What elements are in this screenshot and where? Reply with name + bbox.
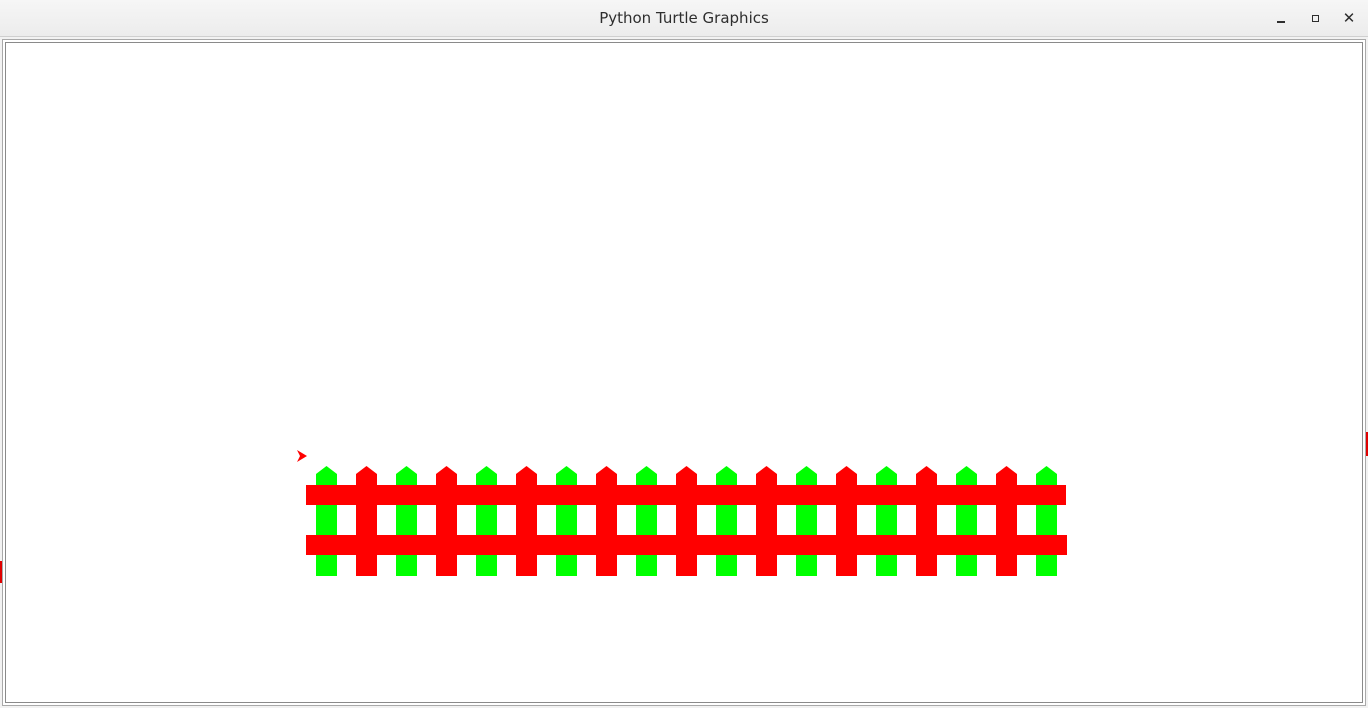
turtle-window: Python Turtle Graphics ✕ — [0, 0, 1368, 708]
fence-picket — [556, 466, 577, 576]
fence-drawing — [297, 450, 1067, 576]
fence-picket — [476, 466, 497, 576]
fence-picket — [716, 466, 737, 576]
fence-picket — [1036, 466, 1057, 576]
fence-picket — [316, 466, 337, 576]
fence-picket — [636, 466, 657, 576]
fence-picket — [676, 466, 697, 576]
fence-picket — [436, 466, 457, 576]
fence-picket — [756, 466, 777, 576]
fence-rail — [306, 485, 1066, 505]
fence-rail — [306, 535, 1067, 555]
fence-picket — [876, 466, 897, 576]
fence-picket — [516, 466, 537, 576]
fence-picket — [836, 466, 857, 576]
fence-picket — [796, 466, 817, 576]
fence-picket — [956, 466, 977, 576]
fence-picket — [596, 466, 617, 576]
fence-picket — [996, 466, 1017, 576]
fence-picket — [396, 466, 417, 576]
fence-picket — [916, 466, 937, 576]
turtle-cursor-icon — [297, 450, 307, 462]
fence-picket — [356, 466, 377, 576]
